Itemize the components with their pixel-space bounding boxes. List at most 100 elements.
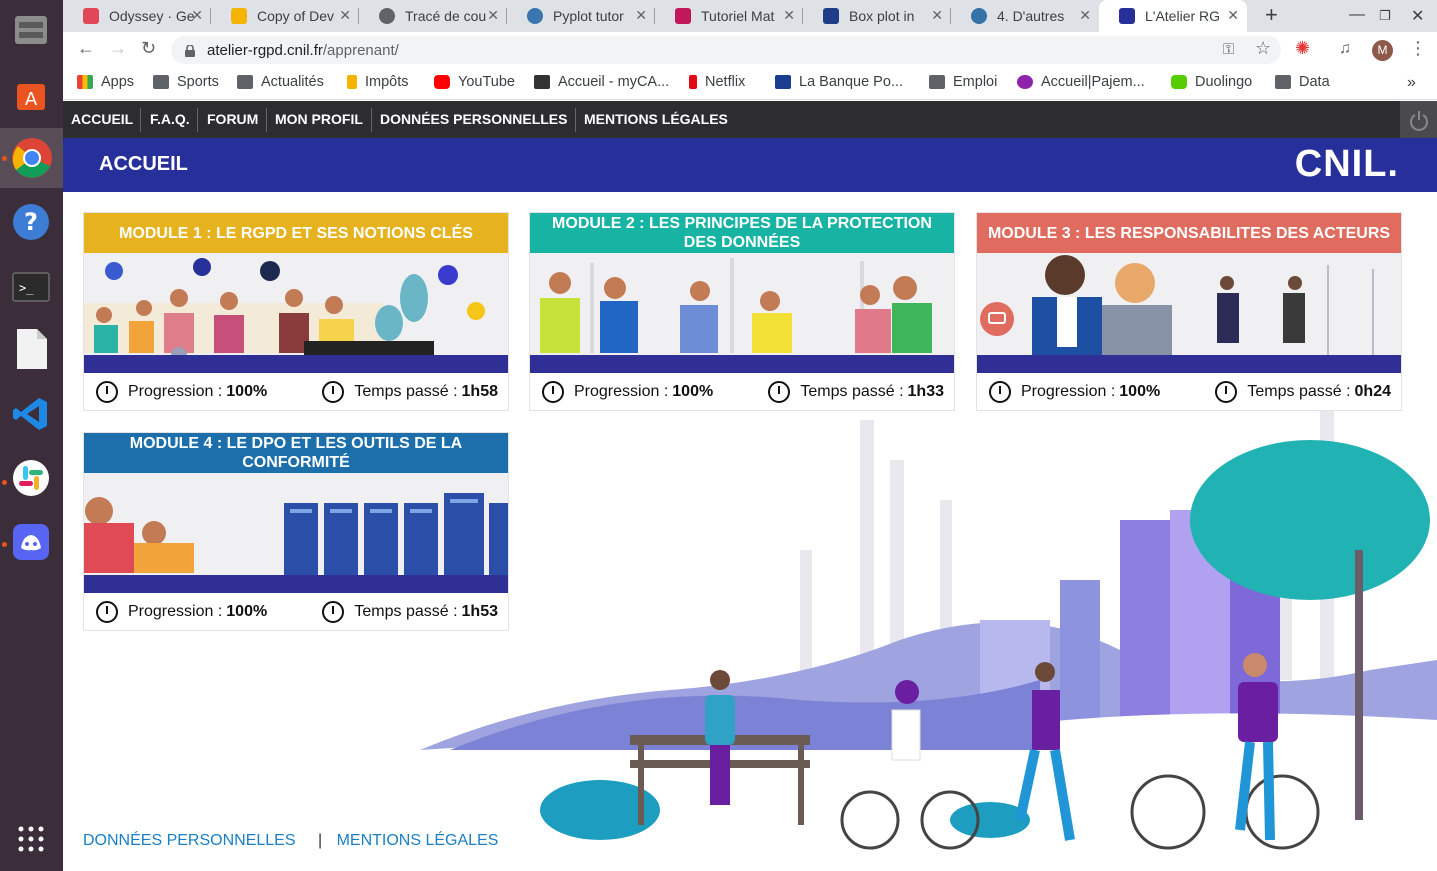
- tab-odyssey[interactable]: Odyssey · Ge ✕: [63, 0, 211, 32]
- clock-icon: [322, 381, 345, 403]
- close-icon[interactable]: ✕: [1079, 7, 1091, 24]
- nav-forum[interactable]: FORUM: [207, 101, 258, 138]
- files-icon[interactable]: [7, 6, 55, 54]
- module-card-3[interactable]: MODULE 3 : LES RESPONSABILITES DES ACTEU…: [976, 212, 1402, 411]
- key-icon[interactable]: ⚿: [1223, 41, 1234, 58]
- clock-icon: [768, 381, 791, 403]
- footer-link-mentions-legales[interactable]: MENTIONS LÉGALES: [337, 832, 499, 849]
- profile-avatar[interactable]: M: [1372, 40, 1393, 61]
- vscode-icon[interactable]: [7, 390, 55, 438]
- page-footer: DONNÉES PERSONNELLES | MENTIONS LÉGALES: [83, 832, 506, 850]
- bookmark-duolingo[interactable]: Duolingo: [1171, 74, 1252, 90]
- bookmark-label: Accueil|Pajem...: [1041, 74, 1145, 90]
- tab-boxplot[interactable]: Box plot in ✕: [803, 0, 951, 32]
- progress-label: Progression :: [128, 603, 223, 620]
- module-illustration: [84, 473, 508, 593]
- bookmark-label: Accueil - myCA...: [558, 74, 670, 90]
- bookmark-label: Impôts: [365, 74, 409, 90]
- forward-button[interactable]: →: [109, 38, 127, 59]
- back-button[interactable]: ←: [77, 38, 95, 59]
- module-card-2[interactable]: MODULE 2 : LES PRINCIPES DE LA PROTECTIO…: [529, 212, 955, 411]
- nav-faq[interactable]: F.A.Q.: [150, 101, 190, 138]
- minimize-button[interactable]: —: [1349, 6, 1365, 24]
- address-bar[interactable]: atelier-rgpd.cnil.fr/apprenant/: [171, 36, 1281, 64]
- module-title[interactable]: MODULE 3 : LES RESPONSABILITES DES ACTEU…: [977, 213, 1401, 253]
- folder-icon: [1275, 75, 1291, 89]
- close-icon[interactable]: ✕: [1227, 7, 1239, 24]
- bookmark-data[interactable]: Data: [1275, 74, 1330, 90]
- menu-icon[interactable]: ⋮: [1409, 38, 1427, 59]
- progress-value: 100%: [1119, 383, 1161, 400]
- favicon-icon: [83, 8, 99, 24]
- close-icon[interactable]: ✕: [191, 7, 203, 24]
- tab-dautres[interactable]: 4. D'autres ✕: [951, 0, 1099, 32]
- module-title[interactable]: MODULE 1 : LE RGPD ET SES NOTIONS CLÉS: [84, 213, 508, 253]
- bookmark-label: Emploi: [953, 74, 998, 90]
- terminal-icon[interactable]: >_: [7, 263, 55, 311]
- bookmark-emploi[interactable]: Emploi: [929, 74, 997, 90]
- maximize-button[interactable]: ❐: [1379, 8, 1391, 24]
- nav-accueil[interactable]: ACCUEIL: [71, 101, 133, 138]
- chrome-icon[interactable]: [0, 128, 63, 188]
- tab-copy-of-dev[interactable]: Copy of Dev ✕: [211, 0, 359, 32]
- bookmarks-overflow-button[interactable]: »: [1407, 74, 1416, 92]
- close-icon[interactable]: ✕: [931, 7, 943, 24]
- close-icon[interactable]: ✕: [635, 7, 647, 24]
- progress-value: 100%: [226, 383, 268, 400]
- clock-icon: [322, 601, 345, 623]
- app-grid-icon[interactable]: [7, 815, 55, 863]
- apps-grid-icon: [77, 75, 93, 89]
- power-icon[interactable]: [1400, 101, 1437, 138]
- svg-text:>_: >_: [19, 281, 34, 295]
- module-card-4[interactable]: MODULE 4 : LE DPO ET LES OUTILS DE LA CO…: [83, 432, 509, 631]
- time-value: 1h58: [461, 383, 498, 400]
- bookmark-mycanal[interactable]: Accueil - myCA...: [534, 74, 669, 90]
- city-illustration: [420, 410, 1437, 871]
- bank-icon: [775, 75, 791, 89]
- bookmark-label: Netflix: [705, 74, 746, 90]
- slack-icon[interactable]: [7, 454, 55, 502]
- favicon-icon: [379, 8, 395, 24]
- close-window-button[interactable]: ✕: [1411, 6, 1424, 26]
- progress-label: Progression :: [574, 383, 669, 400]
- tab-atelier-rgpd[interactable]: L'Atelier RG ✕: [1099, 0, 1247, 32]
- reload-button[interactable]: ↻: [141, 38, 156, 59]
- bookmark-apps[interactable]: Apps: [77, 74, 134, 90]
- bookmark-star-icon[interactable]: ☆: [1255, 38, 1271, 59]
- extension-icon[interactable]: ✺: [1295, 38, 1310, 59]
- new-tab-button[interactable]: +: [1265, 2, 1278, 28]
- svg-text:?: ?: [24, 208, 38, 236]
- document-icon[interactable]: [7, 325, 55, 373]
- close-icon[interactable]: ✕: [487, 7, 499, 24]
- close-icon[interactable]: ✕: [339, 7, 351, 24]
- help-icon[interactable]: ?: [7, 198, 55, 246]
- module-title[interactable]: MODULE 4 : LE DPO ET LES OUTILS DE LA CO…: [84, 433, 508, 473]
- bookmark-actualites[interactable]: Actualités: [237, 74, 324, 90]
- bookmark-banque-postale[interactable]: La Banque Po...: [775, 74, 903, 90]
- site-navbar: ACCUEIL F.A.Q. FORUM MON PROFIL DONNÉES …: [63, 101, 1437, 138]
- nav-donnees-personnelles[interactable]: DONNÉES PERSONNELLES: [380, 101, 567, 138]
- tab-trace[interactable]: Tracé de cou ✕: [359, 0, 507, 32]
- tab-pyplot[interactable]: Pyplot tutor ✕: [507, 0, 655, 32]
- bookmark-sports[interactable]: Sports: [153, 74, 219, 90]
- nav-mentions-legales[interactable]: MENTIONS LÉGALES: [584, 101, 728, 138]
- nav-mon-profil[interactable]: MON PROFIL: [275, 101, 363, 138]
- tab-tutoriel[interactable]: Tutoriel Mat ✕: [655, 0, 803, 32]
- discord-icon[interactable]: [7, 518, 55, 566]
- close-icon[interactable]: ✕: [783, 7, 795, 24]
- lock-icon: [185, 44, 195, 57]
- tab-bar: Odyssey · Ge ✕ Copy of Dev ✕ Tracé de cou ✕…: [63, 0, 1437, 32]
- progress-gauge-icon: [96, 601, 118, 623]
- footer-link-donnees-personnelles[interactable]: DONNÉES PERSONNELLES: [83, 832, 296, 849]
- time-value: 1h53: [461, 603, 498, 620]
- bookmark-youtube[interactable]: YouTube: [434, 74, 515, 90]
- media-control-icon[interactable]: ♫: [1339, 40, 1351, 58]
- module-card-1[interactable]: MODULE 1 : LE RGPD ET SES NOTIONS CLÉS P…: [83, 212, 509, 411]
- module-title[interactable]: MODULE 2 : LES PRINCIPES DE LA PROTECTIO…: [530, 213, 954, 253]
- bookmark-netflix[interactable]: Netflix: [689, 74, 745, 90]
- time-value: 0h24: [1354, 383, 1391, 400]
- software-center-icon[interactable]: A: [7, 70, 55, 118]
- time-value: 1h33: [907, 383, 944, 400]
- bookmark-impots[interactable]: Impôts: [347, 74, 409, 90]
- bookmark-pajemploi[interactable]: Accueil|Pajem...: [1017, 74, 1145, 90]
